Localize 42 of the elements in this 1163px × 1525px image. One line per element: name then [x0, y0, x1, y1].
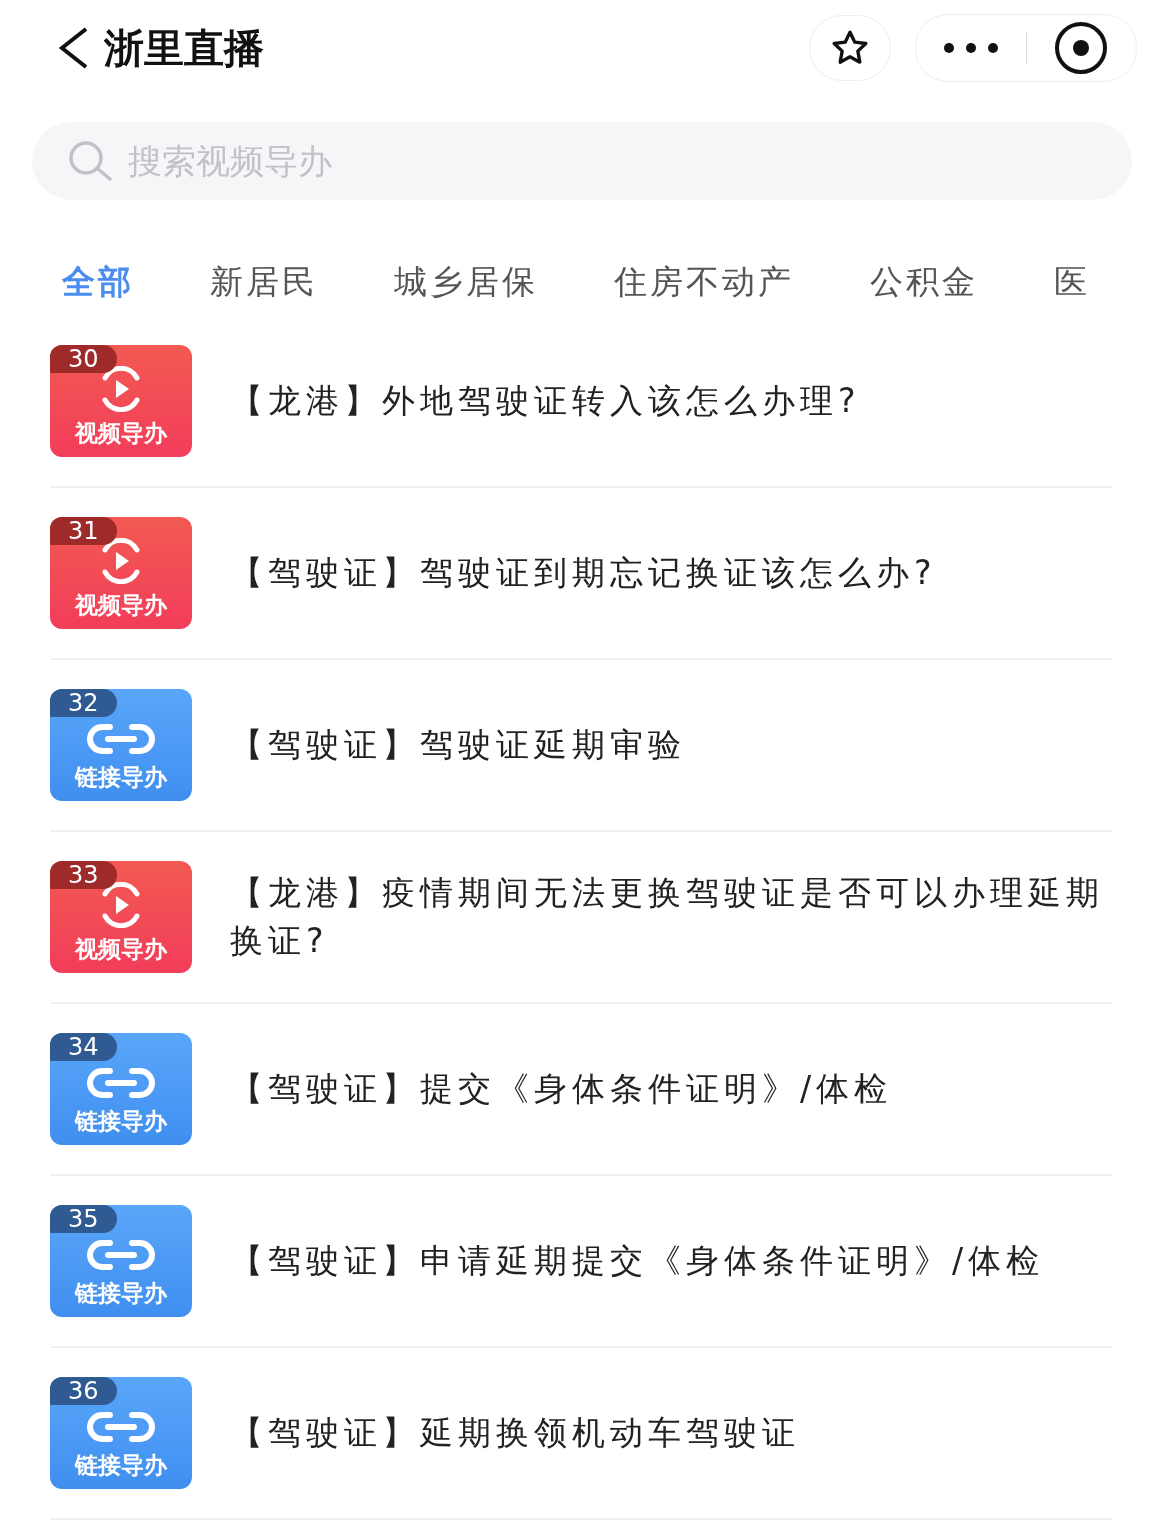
- target-icon: [1053, 20, 1110, 76]
- thumbnail-tile[interactable]: 36 链接导办: [50, 1377, 192, 1489]
- number-badge: 36: [50, 1377, 117, 1405]
- item-title[interactable]: 【龙港】外地驾驶证转入该怎么办理?: [230, 377, 865, 425]
- number-badge: 33: [50, 861, 117, 889]
- tile-label: 视频导办: [75, 935, 167, 964]
- item-title[interactable]: 【驾驶证】驾驶证到期忘记换证该怎么办?: [230, 549, 941, 597]
- category-tab[interactable]: 公积金: [870, 252, 978, 312]
- number-badge: 30: [50, 345, 117, 373]
- more-icon: [942, 42, 999, 54]
- number-badge: 35: [50, 1205, 117, 1233]
- category-tab[interactable]: 医: [1054, 252, 1090, 312]
- page-title: 浙里直播: [104, 23, 265, 73]
- thumbnail-tile[interactable]: 33 视频导办: [50, 861, 192, 973]
- tile-label: 链接导办: [75, 1107, 167, 1136]
- thumbnail-tile[interactable]: 34 链接导办: [50, 1033, 192, 1145]
- back-icon[interactable]: [56, 26, 90, 70]
- thumbnail-tile[interactable]: 31 视频导办: [50, 517, 192, 629]
- search-icon: [68, 140, 114, 182]
- tile-label: 视频导办: [75, 419, 167, 448]
- item-title[interactable]: 【龙港】疫情期间无法更换驾驶证是否可以办理延期换证?: [230, 869, 1113, 965]
- link-icon: [86, 722, 156, 756]
- tile-label: 视频导办: [75, 591, 167, 620]
- thumbnail-tile[interactable]: 32 链接导办: [50, 689, 192, 801]
- category-tab[interactable]: 新居民: [210, 252, 318, 312]
- category-tab[interactable]: 住房不动产: [614, 252, 794, 312]
- category-tab[interactable]: 城乡居保: [394, 252, 538, 312]
- number-badge: 32: [50, 689, 117, 717]
- thumbnail-tile[interactable]: 30 视频导办: [50, 345, 192, 457]
- number-badge: 34: [50, 1033, 117, 1061]
- tile-label: 链接导办: [75, 1279, 167, 1308]
- tile-label: 链接导办: [75, 763, 167, 792]
- item-title[interactable]: 【驾驶证】申请延期提交《身体条件证明》/体检: [230, 1237, 1049, 1285]
- item-title[interactable]: 【驾驶证】延期换领机动车驾驶证: [230, 1409, 804, 1457]
- number-badge: 31: [50, 517, 117, 545]
- thumbnail-tile[interactable]: 35 链接导办: [50, 1205, 192, 1317]
- link-icon: [86, 1410, 156, 1444]
- link-icon: [86, 1238, 156, 1272]
- tile-label: 链接导办: [75, 1451, 167, 1480]
- link-icon: [86, 1066, 156, 1100]
- item-title[interactable]: 【驾驶证】提交《身体条件证明》/体检: [230, 1065, 897, 1113]
- item-title[interactable]: 【驾驶证】驾驶证延期审验: [230, 721, 690, 769]
